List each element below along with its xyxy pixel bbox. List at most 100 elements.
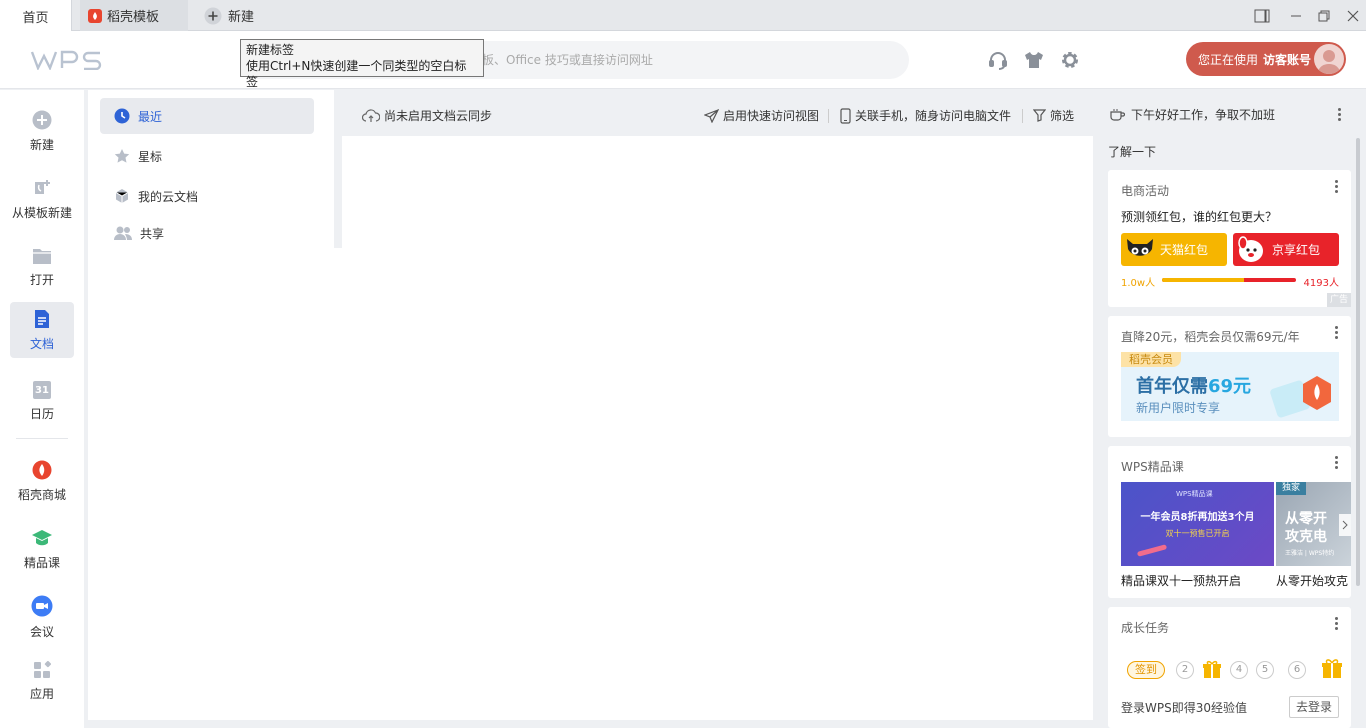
people-icon (114, 225, 132, 241)
calendar-icon: 31 (33, 381, 51, 399)
course-banner-main: 一年会员8折再加送3个月 (1140, 512, 1255, 523)
course2-line2: 攻克电 (1285, 529, 1327, 545)
minimize-icon[interactable] (1286, 6, 1306, 26)
nav-docer-store-label: 稻壳商城 (17, 488, 66, 502)
course2-small: 王雅洁 | WPS特约 (1285, 550, 1335, 557)
nav-divider (16, 438, 68, 439)
vip-headline: 首年仅需69元 (1136, 372, 1251, 398)
tab-docer[interactable]: 稻壳模板 (80, 0, 188, 31)
card-more-icon[interactable] (1335, 180, 1339, 194)
plus-icon (204, 7, 222, 25)
nav-calendar-label: 日历 (29, 407, 54, 421)
new-tab-button[interactable]: 新建 (204, 0, 254, 31)
search-placeholder: 板、Office 技巧或直接访问网址 (482, 53, 653, 67)
docer-vip-banner[interactable]: 稻壳会员 首年仅需69元 新用户限时专享 (1121, 352, 1339, 421)
cube-icon (114, 188, 130, 204)
nav-docer-store[interactable]: 稻壳商城 (10, 454, 74, 509)
big-gift-icon (1322, 657, 1342, 679)
subnav-cloud-docs[interactable]: 我的云文档 (100, 178, 314, 214)
login-button[interactable]: 去登录 (1289, 696, 1339, 718)
carousel-next-icon[interactable] (1339, 514, 1351, 536)
subnav-starred[interactable]: 星标 (100, 138, 314, 174)
course-card: WPS精品课 WPS精品课 一年会员8折再加送3个月 双十一预售已开启 独家 从… (1108, 446, 1351, 598)
nav-from-template-label: 从模板新建 (11, 206, 72, 220)
tmall-redpack-button[interactable]: 天猫红包 (1121, 233, 1227, 266)
user-account-name: 访客账号 (1263, 52, 1312, 67)
vote-progress-fill (1162, 278, 1244, 282)
nav-meeting-label: 会议 (29, 625, 54, 639)
nav-new-label: 新建 (29, 138, 54, 152)
subnav-starred-label: 星标 (138, 149, 163, 164)
course-caption-2: 从零开始攻克 (1276, 574, 1349, 588)
tooltip-title: 新建标签 (246, 43, 295, 57)
nav-from-template[interactable]: 从模板新建 (10, 172, 74, 227)
apps-icon (33, 661, 51, 679)
vip-tag: 稻壳会员 (1121, 352, 1181, 367)
nav-course[interactable]: 精品课 (10, 522, 74, 577)
course-banner-1[interactable]: WPS精品课 一年会员8折再加送3个月 双十一预售已开启 (1121, 482, 1274, 566)
ecommerce-title: 电商活动 (1121, 184, 1170, 198)
nav-new[interactable]: 新建 (10, 104, 74, 159)
card-more-icon[interactable] (1335, 617, 1339, 631)
subnav-shared[interactable]: 共享 (100, 218, 314, 248)
headset-icon[interactable] (987, 49, 1009, 71)
star-icon (114, 148, 130, 164)
restore-icon[interactable] (1314, 6, 1334, 26)
user-account-button[interactable]: 您正在使用 访客账号 (1186, 42, 1346, 76)
tmall-cat-icon (1123, 235, 1159, 265)
gift-box-icon (1267, 366, 1339, 421)
course-banner-2[interactable]: 独家 从零开 攻克电 王雅洁 | WPS特约 (1276, 482, 1351, 566)
tmall-count: 1.0w人 (1121, 278, 1156, 289)
layout-toggle-icon[interactable] (1252, 6, 1272, 26)
new-tab-label: 新建 (228, 10, 255, 25)
nav-meeting[interactable]: 会议 (10, 590, 74, 645)
main-content-area (88, 248, 1093, 720)
ecommerce-question: 预测领红包，谁的红包更大？ (1121, 210, 1278, 224)
card-more-icon[interactable] (1335, 456, 1339, 470)
quick-access-button[interactable]: 启用快速访问视图 (704, 107, 819, 124)
checkin-day: 5 (1256, 661, 1274, 679)
subnav-cloud-docs-label: 我的云文档 (138, 189, 199, 204)
card-more-icon[interactable] (1335, 326, 1339, 340)
vip-headline-price: 69元 (1208, 376, 1252, 397)
nav-open[interactable]: 打开 (10, 240, 74, 295)
folder-icon (32, 247, 52, 265)
course-title: WPS精品课 (1121, 460, 1184, 474)
tooltip-body: 使用Ctrl+N快速创建一个同类型的空白标签 (246, 59, 467, 89)
toolbar-divider (1022, 109, 1023, 123)
greeting-more-icon[interactable] (1338, 108, 1342, 122)
nav-documents[interactable]: 文档 (10, 302, 74, 358)
quick-access-label: 启用快速访问视图 (723, 109, 820, 123)
cloud-icon (362, 108, 380, 123)
nav-apps-label: 应用 (29, 687, 54, 701)
course2-line1: 从零开 (1285, 511, 1327, 527)
link-phone-button[interactable]: 关联手机，随身访问电脑文件 (840, 107, 1011, 124)
clock-icon (114, 108, 130, 124)
jd-redpack-button[interactable]: 京享红包 (1233, 233, 1339, 266)
settings-gear-icon[interactable] (1059, 49, 1081, 71)
tab-home[interactable]: 首页 (0, 0, 72, 32)
section-title: 了解一下 (1108, 145, 1157, 159)
subnav-shared-label: 共享 (140, 226, 165, 241)
checkin-day-1[interactable]: 签到 (1127, 661, 1165, 679)
exclusive-badge: 独家 (1276, 482, 1307, 495)
calendar-day: 31 (35, 385, 49, 396)
vote-progress-bar (1162, 278, 1296, 282)
right-panel-scrollbar[interactable] (1356, 138, 1360, 586)
subnav-recent-label: 最近 (138, 109, 163, 124)
course-banner-brand: WPS精品课 (1176, 490, 1213, 498)
left-nav: 新建 从模板新建 打开 文档 31 日历 稻壳商城 精品课 会议 应用 (0, 90, 84, 728)
filter-button[interactable]: 筛选 (1033, 107, 1074, 124)
jd-count: 4193人 (1303, 278, 1339, 289)
tab-home-label: 首页 (22, 10, 49, 26)
greeting-text: 下午好好工作，争取不加班 (1131, 108, 1276, 122)
skin-icon[interactable] (1023, 49, 1045, 71)
nav-apps[interactable]: 应用 (10, 654, 74, 709)
filter-label: 筛选 (1050, 109, 1075, 123)
jd-label: 京享红包 (1271, 243, 1320, 257)
course-banner-sub: 双十一预售已开启 (1165, 529, 1230, 538)
cloud-sync-button[interactable]: 尚未启用文档云同步 (362, 107, 492, 124)
subnav-recent[interactable]: 最近 (100, 98, 314, 134)
close-icon[interactable] (1343, 6, 1363, 26)
nav-calendar[interactable]: 31 日历 (10, 374, 74, 429)
